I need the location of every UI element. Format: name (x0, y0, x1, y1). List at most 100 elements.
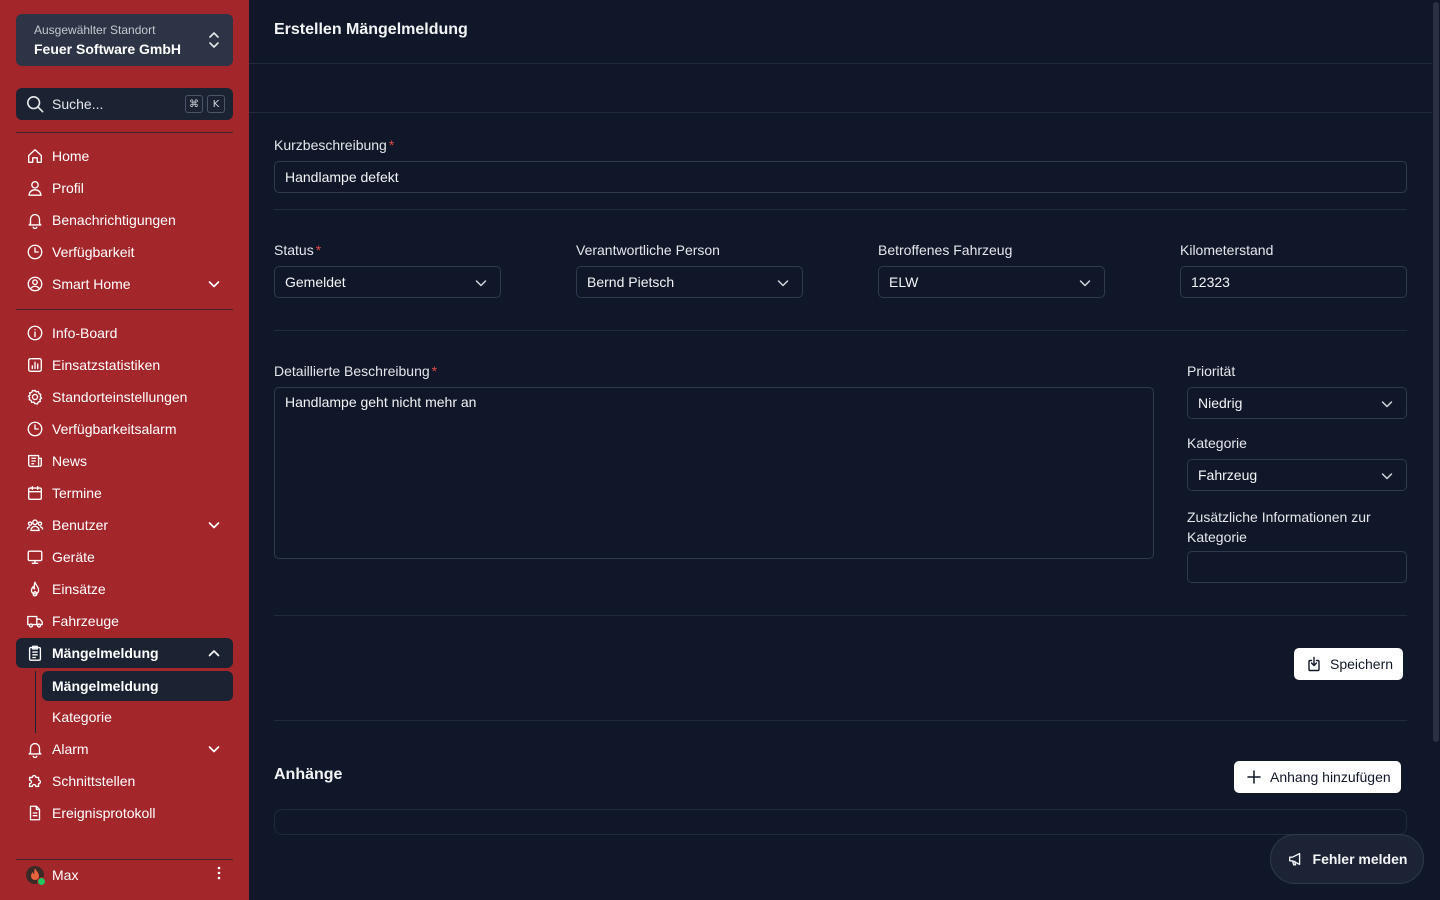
kilometerstand-input[interactable]: 12323 (1180, 266, 1407, 298)
sidebar-item-standorteinstellungen[interactable]: Standorteinstellungen (16, 382, 233, 412)
status-select[interactable]: Gemeldet (274, 266, 501, 298)
person-select[interactable]: Bernd Pietsch (576, 266, 803, 298)
sidebar-item-profil[interactable]: Profil (16, 173, 233, 203)
kategorie-label: Kategorie (1187, 435, 1247, 451)
sidebar-item-info-board[interactable]: Info-Board (16, 318, 233, 348)
scrollbar-thumb[interactable] (1433, 2, 1439, 742)
sidebar-item-label: Ereignisprotokoll (52, 805, 156, 821)
user-icon (26, 179, 44, 197)
search-button[interactable]: Suche... ⌘ K (16, 88, 233, 120)
sidebar-subitem-maengelmeldung[interactable]: Mängelmeldung (42, 671, 233, 701)
megaphone-icon (1288, 852, 1300, 866)
info-icon (26, 324, 44, 342)
sidebar-item-label: Alarm (52, 741, 89, 757)
sidebar-item-label: Einsätze (52, 581, 106, 597)
required-mark: * (388, 137, 395, 153)
fahrzeug-label: Betroffenes Fahrzeug (878, 242, 1013, 258)
beschreibung-label: Detaillierte Beschreibung * (274, 363, 437, 379)
sidebar-item-verfuegbarkeit[interactable]: Verfügbarkeit (16, 237, 233, 267)
header-divider (249, 63, 1432, 64)
input-value: 12323 (1191, 274, 1230, 290)
sidebar-item-smart-home[interactable]: Smart Home (16, 269, 233, 299)
sidebar-item-benutzer[interactable]: Benutzer (16, 510, 233, 540)
select-value: Niedrig (1198, 395, 1243, 411)
bell-icon (26, 211, 44, 229)
chevron-up-down-icon (209, 32, 219, 48)
prioritaet-select[interactable]: Niedrig (1187, 387, 1407, 419)
zusatz-input[interactable] (1187, 551, 1407, 583)
save-button[interactable]: Speichern (1294, 648, 1404, 680)
users-icon (26, 516, 44, 534)
fire-icon (26, 580, 44, 598)
user-name: Max (52, 867, 79, 883)
kurzbeschreibung-label: Kurzbeschreibung * (274, 137, 394, 153)
beschreibung-textarea[interactable]: Handlampe geht nicht mehr an (274, 387, 1154, 559)
section-divider (274, 615, 1407, 616)
report-bug-button[interactable]: Fehler melden (1270, 834, 1424, 884)
section-divider (274, 209, 1407, 210)
sidebar-item-geraete[interactable]: Geräte (16, 542, 233, 572)
sidebar-item-label: Schnittstellen (52, 773, 136, 789)
sidebar-item-termine[interactable]: Termine (16, 478, 233, 508)
sidebar-item-label: Info-Board (52, 325, 118, 341)
sidebar-item-einsaetze[interactable]: Einsätze (16, 574, 233, 604)
fahrzeug-select[interactable]: ELW (878, 266, 1105, 298)
sidebar-item-label: Benachrichtigungen (52, 212, 176, 228)
puzzle-icon (26, 772, 44, 790)
add-attachment-label: Anhang hinzufügen (1270, 769, 1391, 785)
select-value: Bernd Pietsch (587, 274, 675, 290)
chevron-down-icon (1381, 473, 1393, 480)
sidebar-item-label: Standorteinstellungen (52, 389, 188, 405)
kategorie-select[interactable]: Fahrzeug (1187, 459, 1407, 491)
label-text: Kurzbeschreibung (274, 137, 387, 153)
sidebar-item-verfuegbarkeitsalarm[interactable]: Verfügbarkeitsalarm (16, 414, 233, 444)
page-title: Erstellen Mängelmeldung (274, 21, 468, 38)
submenu-line (35, 671, 36, 733)
chevron-down-icon (208, 522, 220, 529)
shortcut-key-cmd: ⌘ (185, 95, 203, 113)
select-value: ELW (889, 274, 919, 290)
sidebar-item-fahrzeuge[interactable]: Fahrzeuge (16, 606, 233, 636)
sidebar-item-einsatzstatistiken[interactable]: Einsatzstatistiken (16, 350, 233, 380)
home-icon (26, 147, 44, 165)
sidebar-item-maengelmeldung[interactable]: Mängelmeldung (16, 638, 233, 668)
chevron-down-icon (1381, 401, 1393, 408)
add-attachment-button[interactable]: Anhang hinzufügen (1234, 761, 1401, 793)
document-icon (26, 804, 44, 822)
gear-icon (26, 388, 44, 406)
sidebar-item-schnittstellen[interactable]: Schnittstellen (16, 766, 233, 796)
attachments-list (274, 809, 1407, 835)
sidebar-item-home[interactable]: Home (16, 141, 233, 171)
sidebar-item-ereignisprotokoll[interactable]: Ereignisprotokoll (16, 798, 233, 828)
save-download-icon (1308, 656, 1320, 672)
sidebar-item-news[interactable]: News (16, 446, 233, 476)
monitor-icon (26, 548, 44, 566)
clipboard-icon (26, 644, 44, 662)
sidebar-item-label: Einsatzstatistiken (52, 357, 161, 373)
sidebar-item-label: Fahrzeuge (52, 613, 119, 629)
site-switcher-name: Feuer Software GmbH (34, 41, 182, 57)
online-status-dot (37, 877, 46, 886)
scrollbar[interactable] (1432, 0, 1440, 900)
sidebar-item-label: Geräte (52, 549, 95, 565)
sidebar-item-label: Verfügbarkeit (52, 244, 135, 260)
zusatz-label: Zusätzliche Informationen zur Kategorie (1187, 509, 1371, 545)
sidebar-subitem-kategorie[interactable]: Kategorie (42, 702, 233, 732)
section-divider (274, 720, 1407, 721)
main-content: Erstellen Mängelmeldung Kurzbeschreibung… (249, 0, 1432, 900)
sidebar-item-alarm[interactable]: Alarm (16, 734, 233, 764)
sidebar-item-label: Termine (52, 485, 102, 501)
chart-icon (26, 356, 44, 374)
chevron-down-icon (777, 280, 789, 287)
label-text: Detaillierte Beschreibung (274, 363, 430, 379)
user-menu[interactable]: Max (16, 860, 233, 890)
sidebar-item-benachrichtigungen[interactable]: Benachrichtigungen (16, 205, 233, 235)
sidebar-subitem-label: Kategorie (52, 709, 112, 725)
kurzbeschreibung-input[interactable]: Handlampe defekt (274, 161, 1407, 193)
textarea-value: Handlampe geht nicht mehr an (285, 394, 477, 410)
more-vertical-icon[interactable] (209, 865, 229, 885)
site-switcher[interactable]: Ausgewählter Standort Feuer Software Gmb… (16, 14, 233, 66)
chevron-down-icon (1079, 280, 1091, 287)
save-button-label: Speichern (1330, 656, 1394, 672)
chevron-down-icon (208, 281, 220, 288)
